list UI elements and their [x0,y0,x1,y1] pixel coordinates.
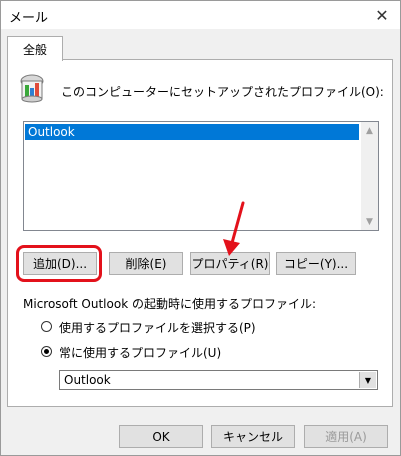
copy-button[interactable]: コピー(Y)... [276,252,356,275]
scroll-down-icon[interactable]: ▼ [361,213,378,230]
startup-label: Microsoft Outlook の起動時に使用するプロファイル: [23,297,317,311]
chevron-down-icon[interactable]: ▼ [359,372,376,388]
radio-always[interactable] [41,346,52,357]
list-item[interactable]: Outlook [25,124,359,140]
cancel-button[interactable]: キャンセル [211,425,295,448]
ok-button[interactable]: OK [119,425,203,448]
radio-always-label: 常に使用するプロファイル(U) [59,346,222,360]
highlight-box [16,245,102,282]
delete-button[interactable]: 削除(E) [109,252,183,275]
radio-prompt[interactable] [41,321,52,332]
apply-button[interactable]: 適用(A) [304,425,388,448]
window-title: メール [9,11,49,26]
dropdown-value: Outlook [64,373,111,387]
radio-prompt-label: 使用するプロファイルを選択する(P) [59,321,256,335]
scroll-up-icon[interactable]: ▲ [361,122,378,139]
red-arrow-icon [223,201,245,256]
list-scrollbar[interactable]: ▲ ▼ [361,122,378,230]
profiles-heading: このコンピューターにセットアップされたプロファイル(O): [61,85,384,99]
close-icon[interactable]: ✕ [370,3,394,27]
profile-icon [20,74,44,103]
title-bar: メール ✕ [1,1,400,29]
profile-dropdown[interactable]: Outlook ▼ [59,370,378,390]
profile-list[interactable]: Outlook ▲ ▼ [23,121,379,231]
tab-general[interactable]: 全般 [7,36,63,61]
mail-dialog: メール ✕ 全般 このコンピューターにセットアップされたプロファイル(O): O… [0,0,401,456]
